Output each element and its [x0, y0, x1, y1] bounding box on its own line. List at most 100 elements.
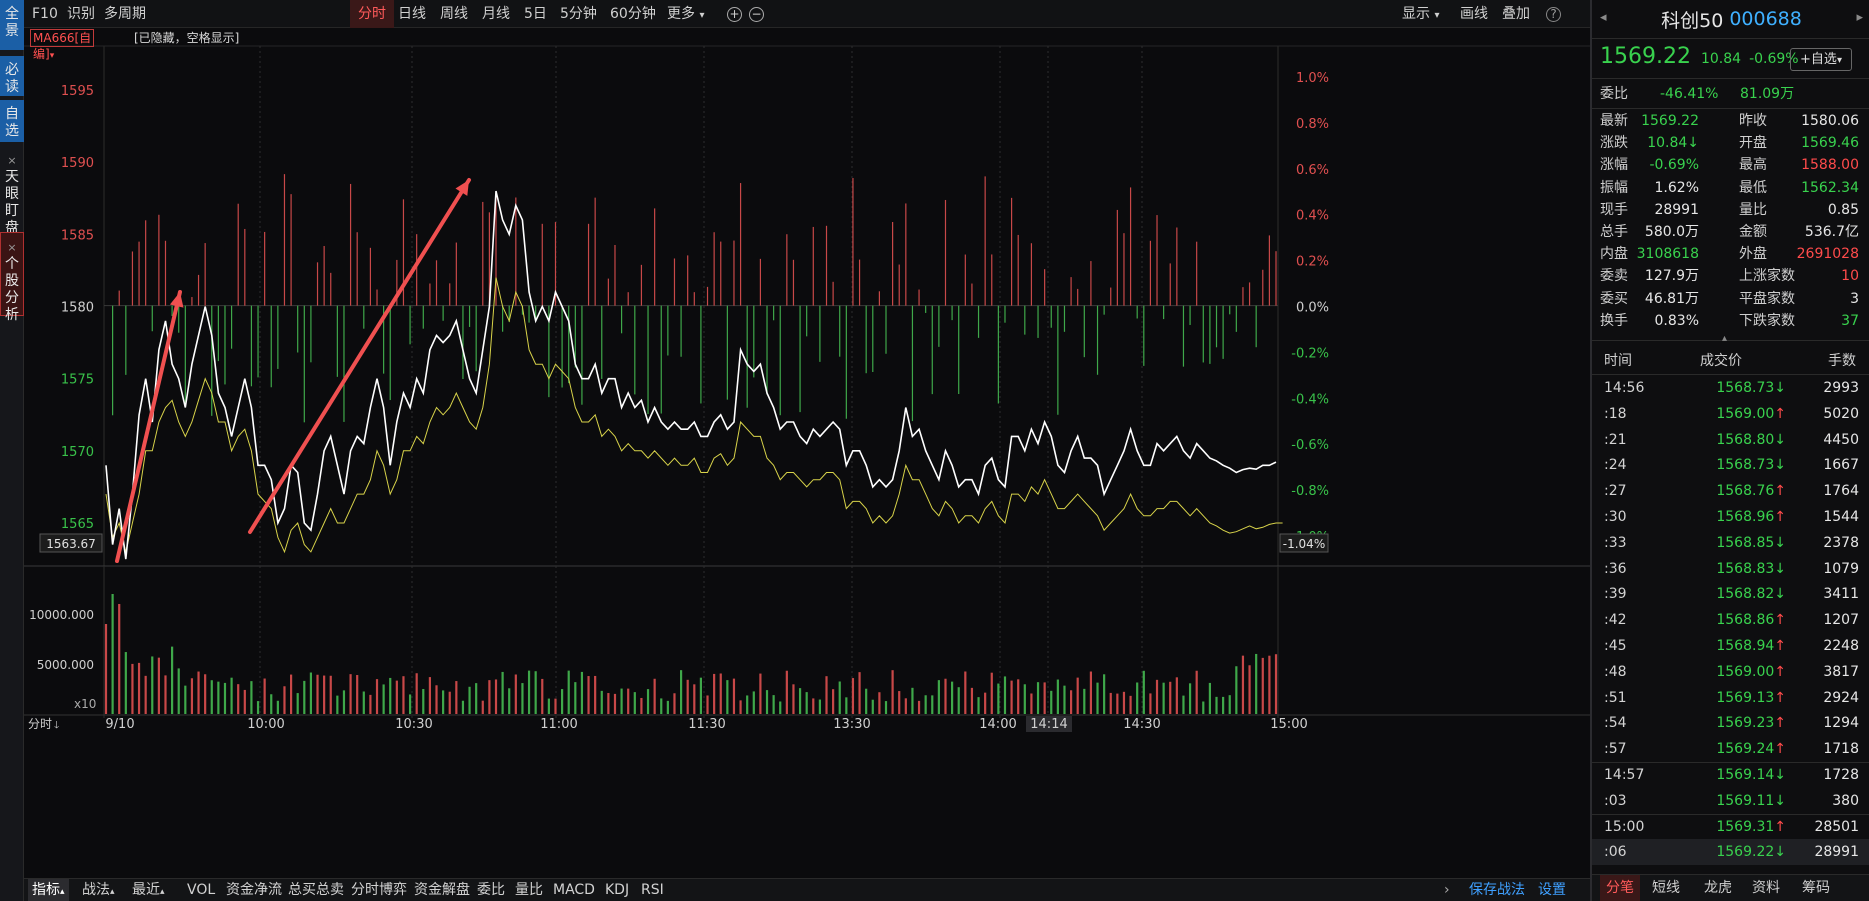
add-favorite-button[interactable]: +自选▾	[1790, 48, 1852, 71]
intraday-chart[interactable]: 1595 1590 1585 1580 1575 1570 1565 1.0% 0.8% 0.6%…	[24, 28, 1590, 878]
period-tab-0[interactable]: 分时	[350, 0, 394, 28]
arrow-up-icon: ↑	[1774, 612, 1786, 629]
indicator-tab-分时博弈[interactable]: 分时博弈	[351, 879, 407, 901]
left-tab-3[interactable]: × 天眼盯盘	[0, 146, 24, 236]
tick-row[interactable]: :57 1569.24↑ 1718	[1592, 736, 1869, 762]
indicator-tab-资金解盘[interactable]: 资金解盘	[414, 879, 470, 901]
tick-volume: 2924	[1823, 689, 1859, 706]
left-tab-1[interactable]: 必读	[0, 56, 24, 96]
more-menu[interactable]: 更多 ▾	[667, 0, 704, 28]
stat-label: 涨跌	[1600, 135, 1628, 152]
f10-button[interactable]: F10	[32, 0, 58, 28]
time-tick-label: 10:00	[247, 717, 284, 732]
tick-volume: 3411	[1823, 586, 1859, 603]
overlay-button[interactable]: 叠加	[1502, 0, 1530, 28]
tick-row[interactable]: :03 1569.11↓ 380	[1592, 788, 1869, 814]
indicator-tab-rsi[interactable]: RSI	[641, 879, 664, 901]
left-tab-0[interactable]: 全景	[0, 0, 24, 50]
ma-indicator-button[interactable]: MA666[自编]▾	[30, 29, 95, 61]
identify-button[interactable]: 识别	[67, 0, 95, 28]
tick-row[interactable]: :36 1568.83↓ 1079	[1592, 556, 1869, 582]
help-icon[interactable]: ?	[1546, 6, 1561, 22]
tick-volume: 1764	[1823, 483, 1859, 500]
indicator-tab-kdj[interactable]: KDJ	[605, 879, 629, 901]
period-tab-6[interactable]: 60分钟	[610, 0, 656, 28]
tick-row[interactable]: :54 1569.23↑ 1294	[1592, 710, 1869, 736]
indicator-tab-bar: 指标▴ 战法▴ 最近▴ VOL 资金净流 总买总卖 分时博弈 资金解盘 委比 量比 MACD K…	[24, 878, 1590, 901]
period-tab-4[interactable]: 5日	[524, 0, 547, 28]
recent-menu[interactable]: 最近▴	[132, 879, 165, 901]
tick-row[interactable]: 14:56 1568.73↓ 2993	[1592, 375, 1869, 401]
multi-period-button[interactable]: 多周期	[104, 0, 146, 28]
tick-time: :45	[1604, 638, 1627, 654]
tick-row[interactable]: :06 1569.22↓ 28991	[1592, 839, 1869, 866]
pct-tick-label: 0.4%	[1296, 209, 1329, 224]
tick-row[interactable]: :45 1568.94↑ 2248	[1592, 633, 1869, 659]
tick-time: :51	[1604, 689, 1627, 706]
left-tab-2[interactable]: 自选	[0, 100, 24, 142]
zoom-in-icon[interactable]: +	[727, 6, 742, 22]
pct-cursor-label: -1.04%	[1283, 537, 1325, 551]
close-icon[interactable]: ×	[7, 239, 16, 256]
tick-price-value: 1568.83	[1716, 560, 1775, 577]
tick-row[interactable]: :48 1569.00↑ 3817	[1592, 659, 1869, 685]
indicator-tab-vol[interactable]: VOL	[187, 879, 215, 901]
indicator-tab-量比[interactable]: 量比	[515, 879, 543, 901]
stat-value: 3108618	[1636, 246, 1699, 263]
tick-row[interactable]: :39 1568.82↓ 3411	[1592, 581, 1869, 607]
annotation-arrow-2	[248, 178, 471, 534]
collapse-icon[interactable]: ▴	[1722, 333, 1727, 345]
arrow-up-icon: ↑	[1774, 509, 1786, 525]
stock-name: 科创50	[1661, 9, 1724, 32]
tick-row[interactable]: :24 1568.73↓ 1667	[1592, 452, 1869, 478]
indicator-label: 指标	[32, 882, 60, 898]
price-line	[105, 190, 1277, 560]
arrow-down-icon: ↓	[1774, 844, 1786, 861]
arrow-down-icon: ↓	[1774, 767, 1786, 783]
close-icon[interactable]: ×	[7, 152, 16, 169]
period-tab-1[interactable]: 日线	[398, 0, 426, 28]
settings-link[interactable]: 设置	[1538, 879, 1566, 901]
tactics-menu[interactable]: 战法▴	[82, 879, 115, 901]
quote-tab-1[interactable]: 短线	[1652, 875, 1680, 901]
tick-row[interactable]: :42 1568.86↑ 1207	[1592, 607, 1869, 633]
chevron-up-icon: ▴	[60, 887, 65, 897]
indicator-tab-委比[interactable]: 委比	[477, 879, 505, 901]
indicator-tab-总买总卖[interactable]: 总买总卖	[288, 879, 344, 901]
tick-price-value: 1569.00	[1716, 663, 1775, 680]
save-tactics-link[interactable]: 保存战法	[1469, 879, 1525, 901]
quote-tab-2[interactable]: 龙虎	[1704, 875, 1732, 901]
prev-stock-icon[interactable]: ◂	[1600, 10, 1607, 25]
next-stock-icon[interactable]: ▸	[1856, 10, 1863, 25]
tick-volume: 380	[1832, 792, 1859, 809]
tick-row[interactable]: :51 1569.13↑ 2924	[1592, 685, 1869, 711]
tick-row[interactable]: :21 1568.80↓ 4450	[1592, 427, 1869, 453]
indicator-menu[interactable]: 指标▴	[28, 879, 69, 901]
left-tab-4[interactable]: × 个股分析	[0, 232, 24, 323]
tick-time: :21	[1604, 431, 1627, 448]
draw-line-button[interactable]: 画线	[1460, 0, 1488, 28]
tick-row[interactable]: 14:57 1569.14↓ 1728	[1592, 762, 1869, 788]
tick-row[interactable]: :18 1569.00↑ 5020	[1592, 401, 1869, 427]
display-menu[interactable]: 显示 ▾	[1402, 0, 1439, 28]
quote-tab-0[interactable]: 分笔	[1600, 875, 1640, 901]
arrow-down-icon: ↓	[1774, 586, 1786, 603]
period-tab-3[interactable]: 月线	[482, 0, 510, 28]
tick-row[interactable]: 15:00 1569.31↑ 28501	[1592, 814, 1869, 840]
quote-tab-3[interactable]: 资料	[1752, 875, 1780, 901]
indicator-tab-资金净流[interactable]: 资金净流	[226, 879, 282, 901]
stat-value: 580.0万	[1644, 224, 1699, 240]
stat-label: 委卖	[1600, 268, 1628, 285]
quote-tab-4[interactable]: 筹码	[1802, 875, 1830, 901]
chevron-down-icon: ▾	[699, 10, 705, 21]
period-tab-5[interactable]: 5分钟	[560, 0, 597, 28]
indicator-tab-macd[interactable]: MACD	[553, 879, 595, 901]
tick-price-value: 1568.73	[1716, 380, 1775, 396]
period-tab-2[interactable]: 周线	[440, 0, 468, 28]
tick-row[interactable]: :30 1568.96↑ 1544	[1592, 504, 1869, 530]
tick-row[interactable]: :33 1568.85↓ 2378	[1592, 530, 1869, 556]
chevron-right-icon[interactable]: ›	[1444, 879, 1450, 901]
zoom-out-icon[interactable]: −	[749, 6, 764, 22]
tick-time: :57	[1604, 741, 1627, 758]
tick-row[interactable]: :27 1568.76↑ 1764	[1592, 478, 1869, 504]
